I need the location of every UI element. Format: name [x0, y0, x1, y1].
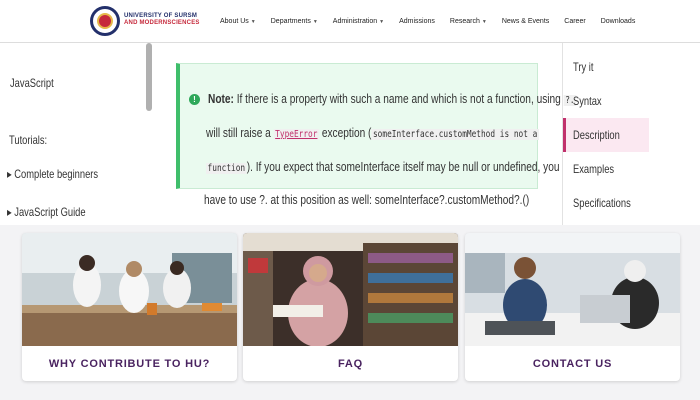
note-callout: ! Note: If there is a property with such…: [176, 63, 577, 189]
students-photo-image: [465, 233, 680, 346]
chevron-down-icon: ▼: [481, 19, 487, 25]
card-faq[interactable]: FAQ: [243, 233, 458, 381]
logo-emblem-icon: [97, 13, 113, 29]
toc-item-try-it[interactable]: Try it: [573, 60, 593, 74]
logo-line-1: UNIVERSITY OF SURSM: [124, 13, 198, 19]
sidebar-scrollbar[interactable]: [146, 43, 152, 111]
typeerror-link[interactable]: TypeError: [273, 129, 320, 140]
site-header: UNIVERSITY OF SURSM AND MODERNSCIENCES A…: [0, 0, 700, 43]
sidebar-subtitle: Tutorials:: [9, 133, 48, 147]
nav-research[interactable]: Research ▼: [450, 18, 487, 25]
toc-item-examples[interactable]: Examples: [573, 162, 614, 176]
toc-item-description[interactable]: Description: [573, 128, 620, 142]
paragraph-text: have to use ?. at this position as well:…: [204, 192, 530, 207]
table-of-contents: Try it Syntax Description Examples Speci…: [562, 43, 700, 233]
docs-page: JavaScript Tutorials: ▸ Complete beginne…: [0, 43, 700, 233]
nav-about-us[interactable]: About Us ▼: [220, 18, 256, 25]
nav-administration[interactable]: Administration ▼: [333, 18, 384, 25]
card-label: FAQ: [337, 357, 363, 370]
info-icon: !: [189, 94, 200, 105]
sidebar-title: JavaScript: [10, 76, 54, 90]
university-logo[interactable]: [90, 6, 120, 36]
card-contact-us[interactable]: CONTACT US: [465, 233, 680, 381]
card-label: WHY CONTRIBUTE TO HU?: [48, 357, 211, 370]
library-photo-image: [243, 233, 458, 346]
cards-section: WHY CONTRIBUTE TO HU? FAQ CONTACT US: [0, 225, 700, 400]
logo-text[interactable]: UNIVERSITY OF SURSM AND MODERNSCIENCES: [124, 13, 200, 27]
chevron-down-icon: ▼: [250, 19, 256, 25]
lab-photo-image: [22, 233, 237, 346]
sidebar-link-javascript-guide[interactable]: ▸ JavaScript Guide: [7, 205, 86, 219]
main-nav: About Us ▼ Departments ▼ Administration ▼ A…: [220, 0, 650, 43]
chevron-down-icon: ▼: [312, 19, 318, 25]
sidebar-link-complete-beginners[interactable]: ▸ Complete beginners: [7, 167, 98, 181]
note-line-2: will still raise a TypeError exception (…: [206, 125, 539, 140]
logo-line-2: AND MODERNSCIENCES: [124, 20, 200, 26]
docs-sidebar: JavaScript Tutorials: ▸ Complete beginne…: [0, 43, 148, 233]
nav-news-events[interactable]: News & Events: [502, 18, 549, 25]
chevron-down-icon: ▼: [379, 19, 385, 25]
card-label: CONTACT US: [532, 357, 613, 370]
toc-item-syntax[interactable]: Syntax: [573, 94, 602, 108]
note-line-3: function). If you expect that someInterf…: [206, 159, 560, 174]
nav-admissions[interactable]: Admissions: [399, 18, 435, 25]
card-why-contribute[interactable]: WHY CONTRIBUTE TO HU?: [22, 233, 237, 381]
nav-departments[interactable]: Departments ▼: [271, 18, 318, 25]
toc-item-specifications[interactable]: Specifications: [573, 196, 631, 210]
nav-downloads[interactable]: Downloads: [601, 18, 636, 25]
nav-career[interactable]: Career: [564, 18, 585, 25]
note-line-1: Note: If there is a property with such a…: [208, 91, 577, 106]
